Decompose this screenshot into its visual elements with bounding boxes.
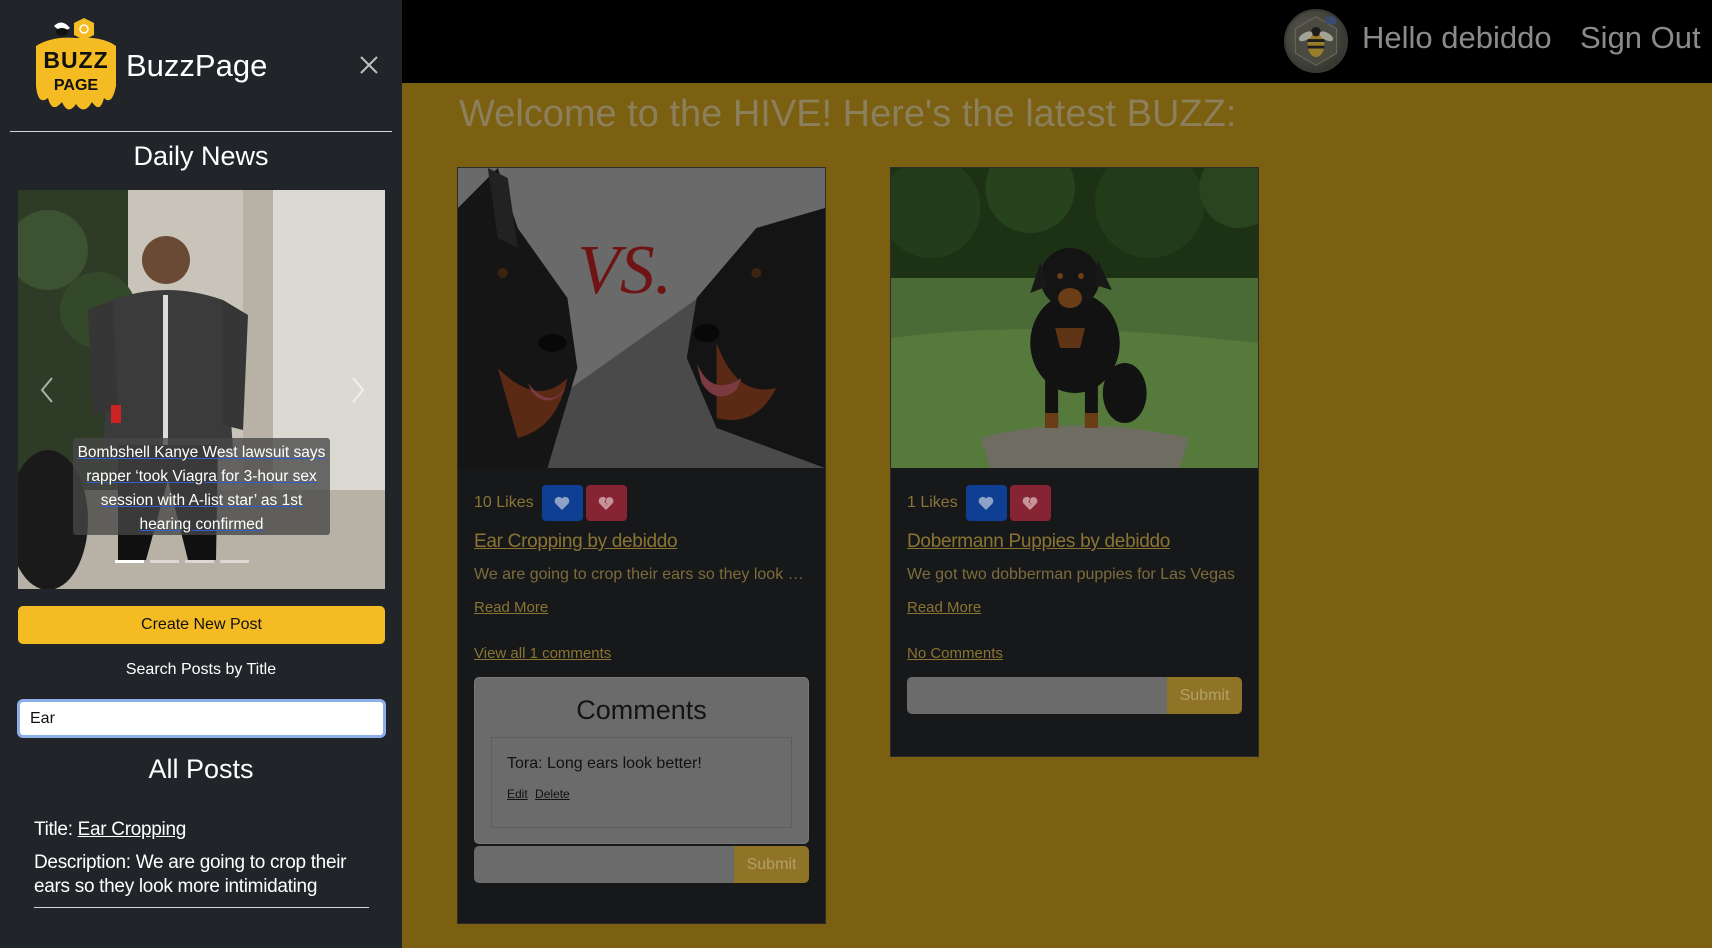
broken-heart-icon <box>1022 496 1038 510</box>
user-avatar[interactable] <box>1284 9 1348 73</box>
buzzpage-logo[interactable]: BUZZ PAGE <box>32 16 120 116</box>
read-more-link[interactable]: Read More <box>907 599 981 616</box>
dislike-button[interactable] <box>585 485 627 521</box>
comments-heading: Comments <box>576 695 707 725</box>
bee-icon <box>1294 16 1338 66</box>
news-headline-link[interactable]: Bombshell Kanye West lawsuit says rapper… <box>78 444 326 533</box>
post-card: VS. 10 Likes Ear Cropping by debiddo We … <box>457 167 826 924</box>
main-content: Hello debiddo Sign Out Welcome to the HI… <box>402 0 1712 948</box>
carousel-next-button[interactable] <box>343 370 371 410</box>
search-label: Search Posts by Title <box>125 661 277 678</box>
post-title[interactable]: Dobermann Puppies by debiddo <box>907 531 1242 553</box>
divider <box>34 907 369 908</box>
comment-item: Tora: Long ears look better! Edit Delete <box>491 737 792 828</box>
search-input[interactable] <box>17 699 386 738</box>
broken-heart-icon <box>598 496 614 510</box>
carousel-indicator[interactable] <box>220 560 249 563</box>
brand-name: BuzzPage <box>126 48 268 83</box>
close-icon[interactable] <box>356 52 382 78</box>
dislike-button[interactable] <box>1009 485 1051 521</box>
submit-comment-button[interactable]: Submit <box>1167 677 1242 714</box>
svg-text:PAGE: PAGE <box>54 77 98 94</box>
result-title-label: Title: <box>34 819 73 840</box>
chevron-left-icon <box>40 377 53 403</box>
like-button[interactable] <box>965 485 1007 521</box>
result-title: Title: Ear Cropping <box>34 819 369 841</box>
comment-input[interactable] <box>907 677 1167 714</box>
post-image: VS. <box>458 168 825 468</box>
all-posts-heading: All Posts <box>148 754 254 784</box>
sign-out-link[interactable]: Sign Out <box>1580 20 1701 56</box>
submit-comment-button[interactable]: Submit <box>734 846 809 883</box>
post-title[interactable]: Ear Cropping by debiddo <box>474 531 809 553</box>
comment-text: Tora: Long ears look better! <box>507 755 702 772</box>
svg-text:BUZZ: BUZZ <box>43 47 108 73</box>
comment-form: Submit <box>474 846 809 883</box>
carousel-indicators <box>115 560 255 563</box>
page-title: Welcome to the HIVE! Here's the latest B… <box>459 93 1237 135</box>
news-carousel[interactable]: Bombshell Kanye West lawsuit says rapper… <box>18 190 385 589</box>
chevron-right-icon <box>352 377 365 403</box>
read-more-link[interactable]: Read More <box>474 599 548 616</box>
divider <box>10 131 392 132</box>
daily-news-heading: Daily News <box>133 141 269 171</box>
create-post-button[interactable]: Create New Post <box>18 606 385 644</box>
carousel-prev-button[interactable] <box>34 370 62 410</box>
list-item: Title: Ear Cropping Description: We are … <box>34 819 369 908</box>
carousel-indicator[interactable] <box>185 560 214 563</box>
post-description: We are going to crop their ears so they … <box>474 566 809 583</box>
comment-form: Submit <box>907 677 1242 714</box>
edit-comment-link[interactable]: Edit <box>507 787 528 801</box>
likes-count: 1 Likes <box>907 494 958 511</box>
carousel-indicator[interactable] <box>115 560 144 563</box>
svg-text:VS.: VS. <box>577 232 672 309</box>
likes-count: 10 Likes <box>474 494 534 511</box>
carousel-indicator[interactable] <box>150 560 179 563</box>
result-title-link[interactable]: Ear Cropping <box>78 819 187 840</box>
top-navbar: Hello debiddo Sign Out <box>402 0 1712 83</box>
heart-icon <box>978 496 994 510</box>
delete-comment-link[interactable]: Delete <box>535 787 570 801</box>
post-card: 1 Likes Dobermann Puppies by debiddo We … <box>890 167 1259 757</box>
comment-input[interactable] <box>474 846 734 883</box>
like-button[interactable] <box>541 485 583 521</box>
heart-icon <box>554 496 570 510</box>
post-description: We got two dobberman puppies for Las Veg… <box>907 566 1235 583</box>
comments-panel: Comments Tora: Long ears look better! Ed… <box>474 677 809 844</box>
greeting-text: Hello debiddo <box>1362 20 1552 55</box>
sidebar: BUZZ PAGE BuzzPage Daily News Bombshell … <box>0 0 402 948</box>
view-comments-link[interactable]: View all 1 comments <box>474 645 809 662</box>
result-description: Description: We are going to crop their … <box>34 852 347 897</box>
no-comments-link[interactable]: No Comments <box>907 645 1242 662</box>
carousel-caption: Bombshell Kanye West lawsuit says rapper… <box>73 438 330 535</box>
post-image <box>891 168 1258 468</box>
